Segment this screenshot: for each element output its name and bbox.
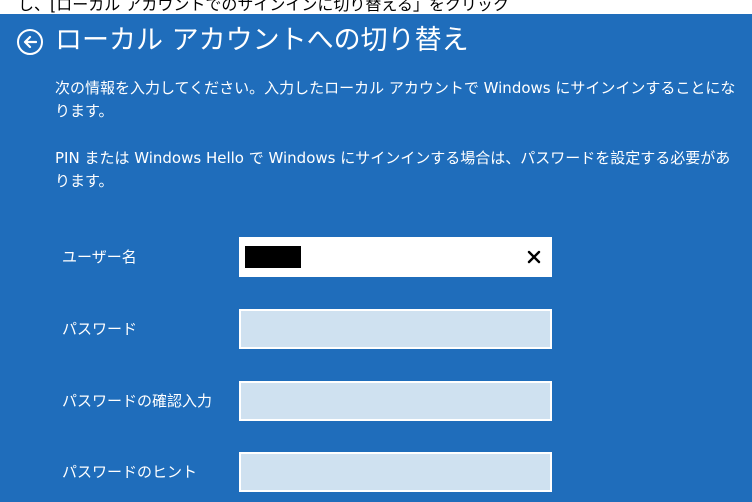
username-label: ユーザー名 <box>62 248 137 266</box>
back-button[interactable] <box>17 29 43 55</box>
password-confirm-field[interactable] <box>239 381 552 421</box>
close-icon <box>527 250 541 264</box>
top-strip-text: し、[ローカル アカウントでのサインインに切り替える」をクリック <box>18 0 509 14</box>
page-title: ローカル アカウントへの切り替え <box>55 25 469 56</box>
username-row: ユーザー名 <box>0 237 752 277</box>
password-label: パスワード <box>62 320 138 338</box>
redacted-username-value <box>245 246 301 268</box>
instruction-text: 次の情報を入力してください。入力したローカル アカウントで Windows にサ… <box>55 79 736 120</box>
password-confirm-label: パスワードの確認入力 <box>62 392 213 410</box>
password-field[interactable] <box>239 309 552 349</box>
password-confirm-row: パスワードの確認入力 <box>0 381 752 421</box>
pin-note-text: PIN または Windows Hello で Windows にサインインする… <box>55 149 731 190</box>
password-row: パスワード <box>0 309 752 349</box>
password-hint-row: パスワードのヒント <box>0 452 752 492</box>
username-field[interactable] <box>239 237 552 277</box>
back-arrow-icon <box>23 35 37 49</box>
clear-username-button[interactable] <box>526 249 542 265</box>
local-account-panel: ローカル アカウントへの切り替え 次の情報を入力してください。入力したローカル … <box>0 14 752 502</box>
password-hint-field[interactable] <box>239 452 552 492</box>
password-hint-label: パスワードのヒント <box>62 463 198 481</box>
top-strip: し、[ローカル アカウントでのサインインに切り替える」をクリック <box>0 0 752 14</box>
